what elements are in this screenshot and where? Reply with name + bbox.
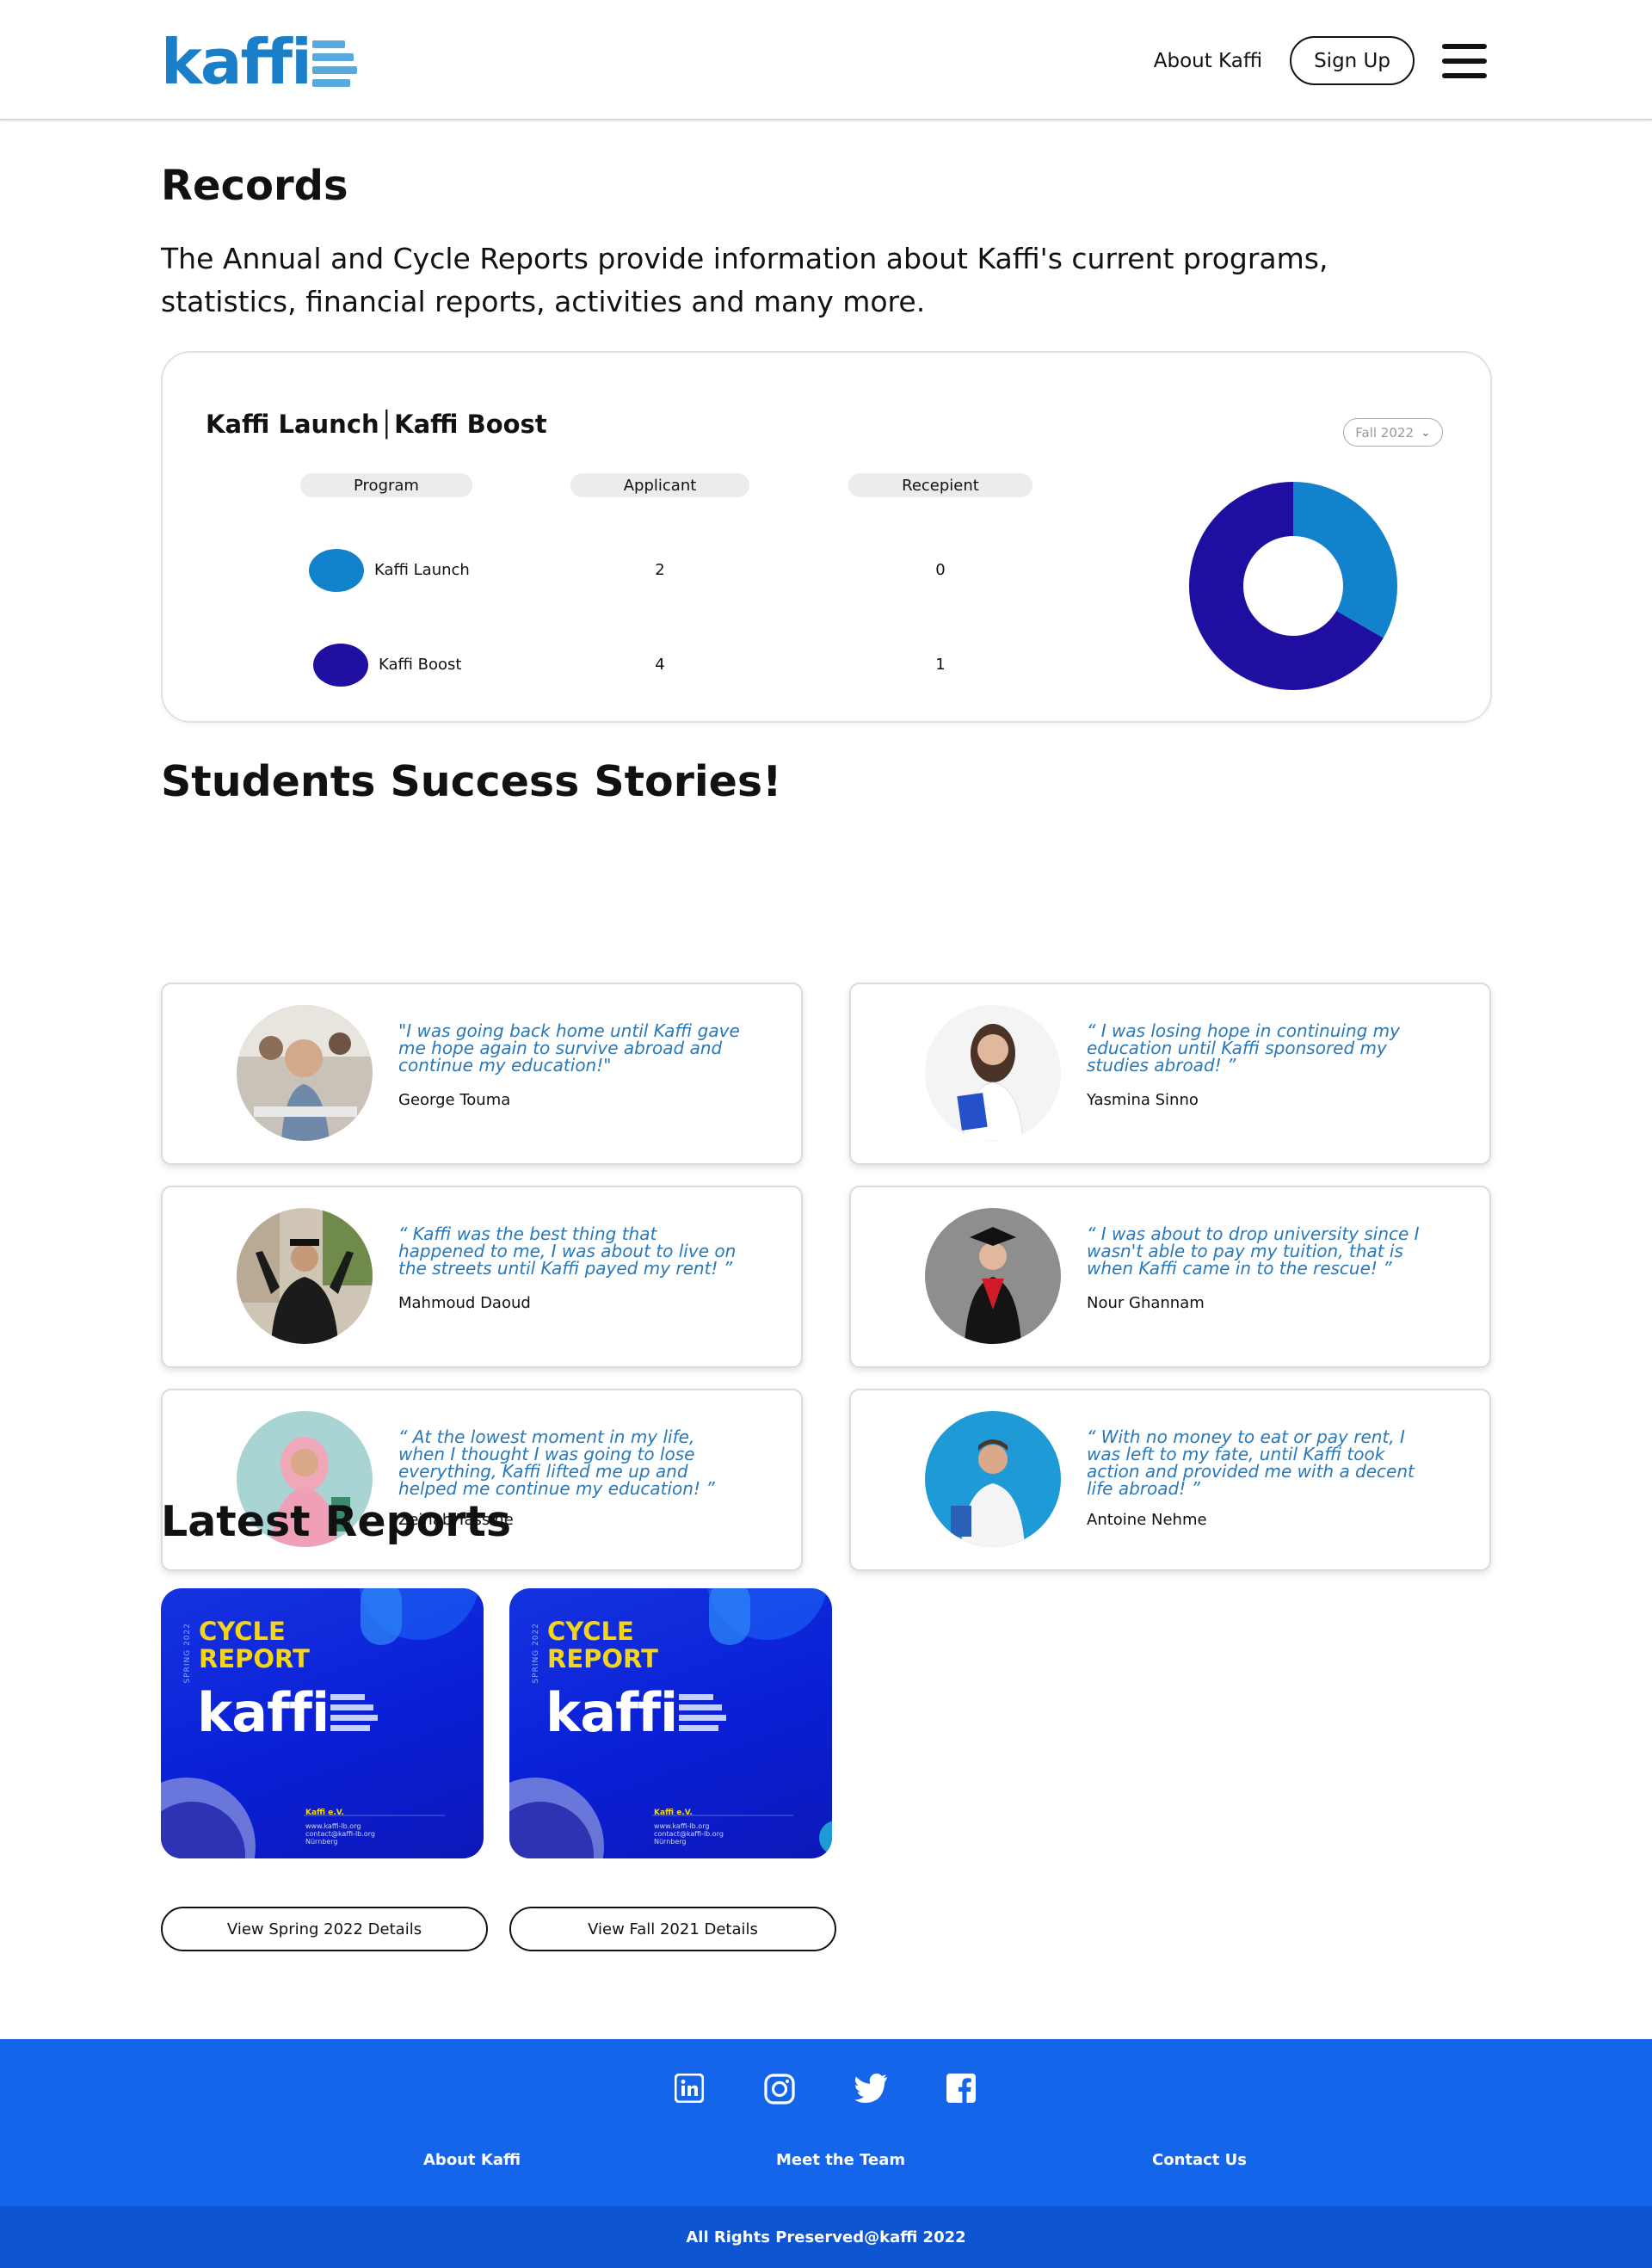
report-heading-line2: REPORT: [547, 1644, 658, 1673]
report-heading-line1: CYCLE: [199, 1617, 286, 1646]
logo-wordmark: kaffi: [161, 26, 312, 98]
story-name: Nour Ghannam: [1087, 1294, 1205, 1312]
stories-title: Students Success Stories!: [161, 757, 782, 806]
footer-team-link[interactable]: Meet the Team: [776, 2151, 905, 2169]
facebook-icon[interactable]: [946, 2074, 976, 2103]
records-description: The Annual and Cycle Reports provide inf…: [161, 242, 1328, 318]
report-season: SPRING 2022: [183, 1623, 192, 1684]
top-nav: About Kaffi Sign Up: [1154, 36, 1487, 85]
latest-reports-title: Latest Reports: [161, 1497, 512, 1546]
report-logo-wordmark: kaffi: [546, 1681, 678, 1744]
footer-contact-link[interactable]: Contact Us: [1152, 2151, 1247, 2169]
story-quote: “ I was losing hope in continuing my edu…: [1087, 1020, 1400, 1075]
row-applicant-boost: 4: [655, 656, 665, 674]
row-recipient-launch: 0: [935, 561, 946, 579]
story-quote: “ At the lowest moment in my life, when …: [398, 1427, 715, 1499]
view-fall-2021-button[interactable]: View Fall 2021 Details: [509, 1907, 836, 1951]
donut-slice-kaffi-launch: [1293, 482, 1397, 638]
chevron-down-icon: ⌄: [1421, 425, 1431, 440]
report-city: Nürnberg: [305, 1838, 338, 1846]
footer-about-link[interactable]: About Kaffi: [423, 2151, 521, 2169]
story-name: Antoine Nehme: [1087, 1511, 1207, 1529]
student-photo: [237, 1208, 373, 1344]
copyright-text: All Rights Preserved@kaffi 2022: [686, 2228, 966, 2246]
story-quote: “ With no money to eat or pay rent, I wa…: [1087, 1427, 1415, 1499]
report-thumbnail-spring-2022[interactable]: SPRING 2022 CYCLE REPORT kaffi Kaffi e.V…: [161, 1588, 484, 1858]
logo-bars-icon: [311, 40, 357, 87]
row-recipient-boost: 1: [935, 656, 946, 674]
story-card: "I was going back home until Kaffi gave …: [161, 983, 803, 1165]
records-title: Records: [161, 162, 348, 210]
legend-swatch-boost: [313, 644, 368, 687]
report-contacts: www.kaffi-lb.org contact@kaffi-lb.org Nü…: [305, 1822, 375, 1846]
story-card: “ I was about to drop university since I…: [849, 1186, 1491, 1368]
report-logo: kaffi: [197, 1681, 379, 1744]
report-website: www.kaffi-lb.org: [305, 1822, 361, 1830]
kaffi-logo[interactable]: kaffi: [161, 31, 357, 93]
row-program-launch: Kaffi Launch: [374, 561, 470, 579]
report-org: Kaffi e.V.: [305, 1809, 344, 1817]
records-card-title: Kaffi Launch│Kaffi Boost: [206, 410, 547, 439]
report-website: www.kaffi-lb.org: [654, 1822, 710, 1830]
report-city: Nürnberg: [654, 1838, 687, 1846]
story-card: “ With no money to eat or pay rent, I wa…: [849, 1389, 1491, 1571]
story-card: “ I was losing hope in continuing my edu…: [849, 983, 1491, 1165]
story-quote: “ I was about to drop university since I…: [1087, 1223, 1420, 1279]
logo-bars-icon: [679, 1694, 727, 1731]
copyright-bar: All Rights Preserved@kaffi 2022: [0, 2206, 1652, 2268]
student-photo: [237, 1005, 373, 1141]
story-name: Yasmina Sinno: [1087, 1091, 1199, 1109]
report-heading: CYCLE REPORT: [547, 1618, 658, 1673]
linkedin-icon[interactable]: [675, 2074, 704, 2103]
twitter-icon[interactable]: [854, 2074, 888, 2103]
report-heading-line1: CYCLE: [547, 1617, 634, 1646]
report-org: Kaffi e.V.: [654, 1809, 693, 1817]
instagram-icon[interactable]: [764, 2074, 795, 2105]
hamburger-menu-icon[interactable]: [1442, 43, 1487, 78]
story-quote: "I was going back home until Kaffi gave …: [398, 1020, 740, 1075]
report-contacts: www.kaffi-lb.org contact@kaffi-lb.org Nü…: [654, 1822, 724, 1846]
report-season: SPRING 2022: [532, 1623, 540, 1684]
story-card: “ Kaffi was the best thing that happened…: [161, 1186, 803, 1368]
sign-up-button[interactable]: Sign Up: [1290, 36, 1415, 85]
row-program-boost: Kaffi Boost: [379, 656, 462, 674]
column-header-program: Program: [300, 473, 472, 497]
legend-swatch-launch: [309, 549, 364, 592]
row-applicant-launch: 2: [655, 561, 665, 579]
report-logo: kaffi: [546, 1681, 727, 1744]
term-select-value: Fall 2022: [1355, 424, 1414, 441]
view-spring-2022-button[interactable]: View Spring 2022 Details: [161, 1907, 488, 1951]
logo-bars-icon: [330, 1694, 379, 1731]
report-heading: CYCLE REPORT: [199, 1618, 310, 1673]
student-photo: [925, 1005, 1061, 1141]
nav-about-link[interactable]: About Kaffi: [1154, 50, 1262, 72]
programs-donut-chart: [1189, 482, 1397, 690]
report-email: contact@kaffi-lb.org: [654, 1830, 724, 1838]
report-thumbnail-fall-2021[interactable]: SPRING 2022 CYCLE REPORT kaffi Kaffi e.V…: [509, 1588, 832, 1858]
term-select[interactable]: Fall 2022 ⌄: [1343, 418, 1443, 447]
column-header-applicant: Applicant: [570, 473, 749, 497]
story-quote: “ Kaffi was the best thing that happened…: [398, 1223, 737, 1279]
story-name: George Touma: [398, 1091, 511, 1109]
site-header: kaffi About Kaffi Sign Up: [0, 0, 1652, 120]
column-header-recipient: Recepient: [848, 473, 1032, 497]
report-heading-line2: REPORT: [199, 1644, 310, 1673]
site-footer: About Kaffi Meet the Team Contact Us: [0, 2039, 1652, 2208]
story-name: Mahmoud Daoud: [398, 1294, 531, 1312]
report-email: contact@kaffi-lb.org: [305, 1830, 375, 1838]
report-logo-wordmark: kaffi: [197, 1681, 330, 1744]
student-photo: [925, 1411, 1061, 1547]
records-card: Kaffi Launch│Kaffi Boost Fall 2022 ⌄ Pro…: [161, 351, 1492, 723]
student-photo: [925, 1208, 1061, 1344]
